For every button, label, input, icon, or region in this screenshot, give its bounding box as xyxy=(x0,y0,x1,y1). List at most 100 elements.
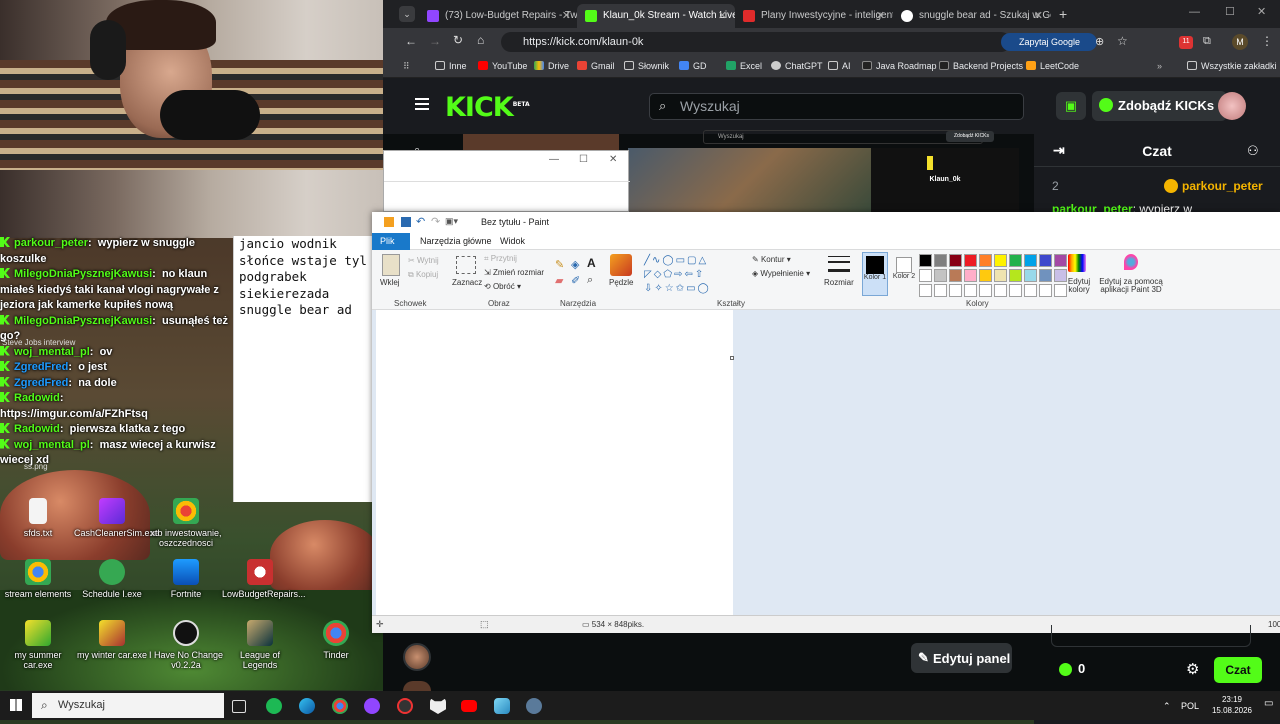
tab-kick[interactable]: Klaun_0k Stream - Watch Live o ✕ xyxy=(577,4,735,28)
crop-button[interactable]: ⌗ Przytnij xyxy=(484,254,517,264)
tab-search-button[interactable]: ⌄ xyxy=(399,6,415,22)
bookmark-item[interactable]: AI xyxy=(828,61,851,71)
desktop-icon-streamelements[interactable]: stream elements xyxy=(0,559,76,599)
color-swatch[interactable] xyxy=(949,254,962,267)
size-button[interactable]: Rozmiar xyxy=(824,278,854,287)
undo-icon[interactable]: ↶ xyxy=(416,215,425,228)
color-swatch[interactable] xyxy=(919,254,932,267)
maximize-button[interactable]: ☐ xyxy=(1225,5,1235,18)
taskbar-search[interactable]: ⌕ Wyszukaj xyxy=(32,693,224,718)
color-swatch[interactable] xyxy=(979,269,992,282)
youtube-icon[interactable] xyxy=(461,700,477,712)
color-swatch[interactable] xyxy=(964,269,977,282)
paint-taskbar-icon[interactable] xyxy=(526,698,542,714)
tab-plany[interactable]: Plany Inwestycyjne - inteligentne ✕ xyxy=(735,4,893,28)
paste-button[interactable]: Wklej xyxy=(380,278,400,287)
pinned-username[interactable]: parkour_peter xyxy=(1182,179,1263,193)
menu-icon[interactable]: ⋮ xyxy=(1261,34,1273,48)
color-picker-icon[interactable]: ✐ xyxy=(571,274,580,287)
paint-canvas[interactable] xyxy=(376,310,733,615)
gear-icon[interactable]: ⚙ xyxy=(1186,660,1199,678)
pencil-icon[interactable]: ✎ xyxy=(555,258,564,271)
home-icon[interactable]: ⌂ xyxy=(477,33,484,47)
tab-google[interactable]: snuggle bear ad - Szukaj w Goo ✕ xyxy=(893,4,1051,28)
desktop-icon-sfds[interactable]: sfds.txt xyxy=(0,498,76,538)
gift-icon[interactable]: ▣ xyxy=(1056,92,1086,120)
fill-button[interactable]: ◈ Wypełnienie ▾ xyxy=(752,269,810,278)
color-swatch-empty[interactable] xyxy=(934,284,947,297)
bookmark-item[interactable]: Excel xyxy=(726,61,762,71)
user-avatar[interactable] xyxy=(1218,92,1246,120)
bookmark-item[interactable]: ChatGPT xyxy=(771,61,823,71)
color-swatch[interactable] xyxy=(949,269,962,282)
obs-icon[interactable] xyxy=(397,698,413,714)
color-swatch-empty[interactable] xyxy=(919,284,932,297)
fill-icon[interactable]: ◈ xyxy=(571,258,579,271)
menu-view[interactable]: Widok xyxy=(492,233,533,250)
minimize-button[interactable]: — xyxy=(549,154,559,165)
bookmark-item[interactable]: YouTube xyxy=(478,61,527,71)
notifications-icon[interactable]: ▭ xyxy=(1264,698,1273,709)
color-swatch-empty[interactable] xyxy=(949,284,962,297)
select-icon[interactable] xyxy=(456,256,476,274)
resize-handle[interactable] xyxy=(730,356,734,360)
shapes-gallery[interactable]: ╱∿◯▭▢△ ◸◇⬠⇨⇦⇧ ⇩✧☆✩▭◯ xyxy=(644,254,740,298)
back-icon[interactable]: ← xyxy=(405,34,417,48)
save-icon[interactable] xyxy=(401,217,411,227)
quick-access-icon[interactable]: ▣▾ xyxy=(445,216,458,227)
minimize-button[interactable]: — xyxy=(1189,6,1200,18)
close-window-button[interactable]: ✕ xyxy=(1257,5,1266,18)
desktop-icon-cashcleaner[interactable]: CashCleanerSim.exe xyxy=(74,498,159,538)
color-swatch[interactable] xyxy=(919,269,932,282)
channel-avatar[interactable] xyxy=(403,681,431,691)
desktop-icon-fortnite[interactable]: Fortnite xyxy=(148,559,224,599)
edit-panel-button[interactable]: ✎ Edytuj panel xyxy=(911,643,1012,673)
color2-button[interactable]: Kolor 2 xyxy=(892,252,916,296)
edit-colors-button[interactable]: Edytuj kolory xyxy=(1062,278,1096,294)
color-swatch[interactable] xyxy=(964,254,977,267)
close-icon[interactable]: ✕ xyxy=(1034,9,1043,22)
twitch-icon[interactable] xyxy=(364,698,380,714)
paint3d-icon[interactable] xyxy=(1124,254,1138,270)
color-swatch[interactable] xyxy=(1054,254,1067,267)
notepad-icon[interactable] xyxy=(494,698,510,714)
color-swatch[interactable] xyxy=(934,269,947,282)
users-icon[interactable]: ⚇ xyxy=(1247,143,1259,159)
bookmark-item[interactable]: Słownik xyxy=(624,61,669,71)
desktop-icon-tinder[interactable]: Tinder xyxy=(298,620,374,660)
cut-button[interactable]: ✂ Wytnij xyxy=(408,256,439,265)
desktop-icon-schedule[interactable]: Schedule I.exe xyxy=(74,559,150,599)
close-icon[interactable]: ✕ xyxy=(562,9,571,22)
kick-search-input[interactable]: ⌕ Wyszukaj xyxy=(649,93,1024,120)
bookmark-item[interactable]: Gmail xyxy=(577,61,615,71)
get-kicks-button[interactable]: Zdobądź KICKs xyxy=(1092,91,1227,121)
select-button[interactable]: Zaznacz xyxy=(452,278,482,287)
maximize-button[interactable]: ☐ xyxy=(579,154,588,165)
bookmark-item[interactable]: Drive xyxy=(534,61,569,71)
zoom-icon[interactable]: ⊕ xyxy=(1095,35,1104,48)
desktop-icon-lowbudget[interactable]: LowBudgetRepairs... xyxy=(222,559,306,599)
color-swatch-empty[interactable] xyxy=(1039,284,1052,297)
redo-icon[interactable]: ↷ xyxy=(431,215,440,228)
brushes-button[interactable]: Pędzle xyxy=(609,278,633,287)
rotate-button[interactable]: ⟲ Obróć ▾ xyxy=(484,282,521,291)
reload-icon[interactable]: ↻ xyxy=(453,33,463,47)
forward-icon[interactable]: → xyxy=(429,34,441,48)
bookmark-item[interactable]: LeetCode xyxy=(1026,61,1079,71)
text-icon[interactable]: A xyxy=(587,256,596,270)
color1-button[interactable]: Kolor 1 xyxy=(862,252,888,296)
desktop-icon-summercar[interactable]: my summer car.exe xyxy=(0,620,76,670)
close-icon[interactable]: ✕ xyxy=(718,9,727,22)
extension-badge[interactable]: 11 xyxy=(1179,36,1193,49)
color-swatch[interactable] xyxy=(994,269,1007,282)
brush-icon[interactable] xyxy=(610,254,632,276)
menu-file[interactable]: Plik xyxy=(372,233,410,250)
bookmarks-overflow-icon[interactable]: » xyxy=(1157,61,1162,71)
chat-input[interactable] xyxy=(1051,625,1251,647)
channel-avatar[interactable] xyxy=(403,643,431,671)
all-bookmarks[interactable]: Wszystkie zakładki xyxy=(1187,61,1277,71)
desktop-icon-lol[interactable]: League of Legends xyxy=(222,620,298,670)
chrome-icon[interactable] xyxy=(332,698,348,714)
notepad-editor[interactable]: jancio wodnik słońce wstaje tyl podgrabe… xyxy=(233,236,373,502)
send-chat-button[interactable]: Czat xyxy=(1214,657,1262,683)
